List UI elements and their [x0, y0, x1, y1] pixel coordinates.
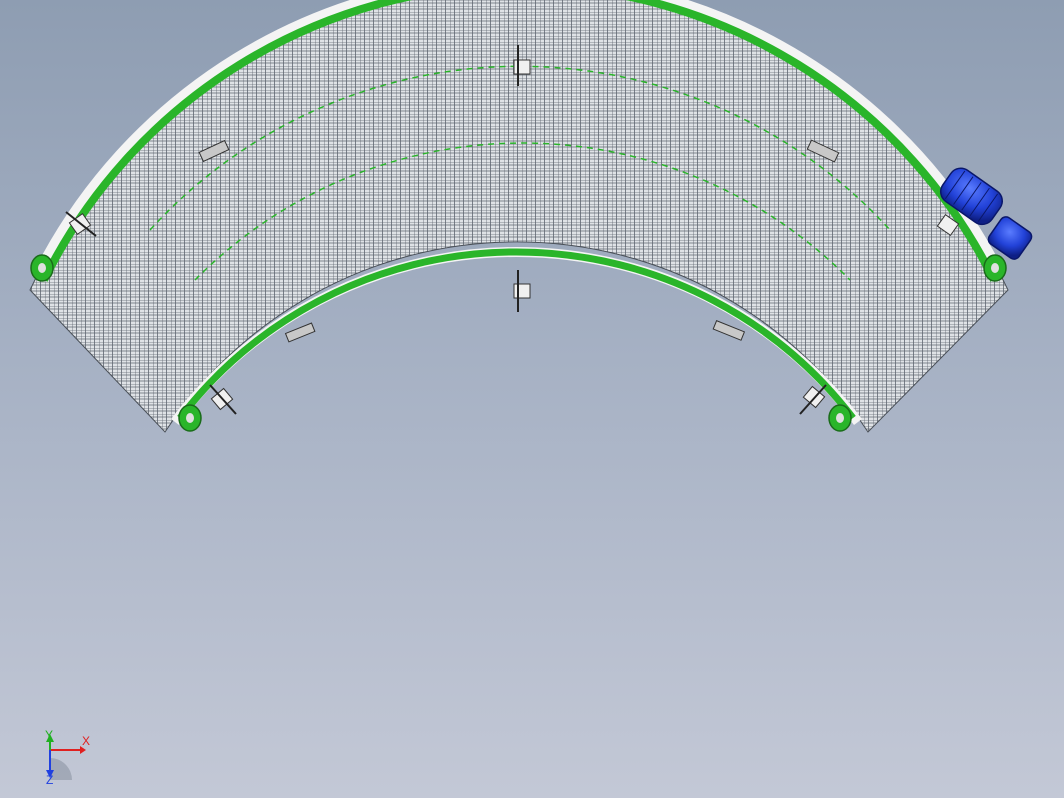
cad-viewport[interactable]: X Y Z	[0, 0, 1064, 798]
bracket-left-inner	[209, 384, 237, 415]
support-bracket-4	[712, 320, 746, 341]
end-roller-right-outer	[983, 254, 1007, 282]
end-roller-left-outer	[30, 254, 54, 282]
conveyor-model[interactable]	[0, 0, 1064, 798]
y-axis-label: Y	[45, 730, 53, 742]
end-roller-left-inner	[178, 404, 202, 432]
z-axis-label: Z	[46, 773, 53, 786]
support-bracket-3	[284, 322, 316, 343]
coordinate-triad: X Y Z	[45, 730, 90, 786]
end-roller-right-inner	[828, 404, 852, 432]
bracket-right-inner	[799, 384, 827, 415]
x-axis-label: X	[82, 734, 90, 748]
bracket-inner-center	[513, 270, 531, 312]
